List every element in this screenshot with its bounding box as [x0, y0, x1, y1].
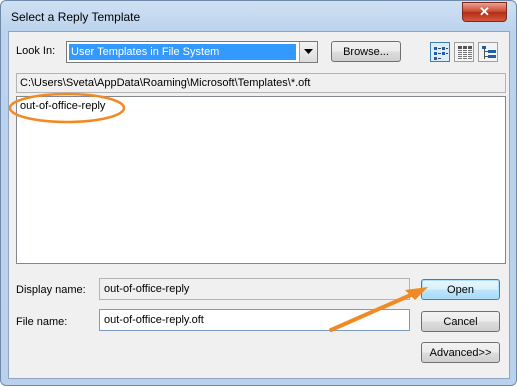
details-view-button[interactable]: [454, 42, 474, 62]
dialog-window: Select a Reply Template ✕ Look In: User …: [0, 0, 517, 386]
dialog-title: Select a Reply Template: [11, 10, 141, 24]
path-display: C:\Users\Sveta\AppData\Roaming\Microsoft…: [16, 73, 506, 93]
file-name-input[interactable]: out-of-office-reply.oft: [99, 309, 410, 331]
list-view-button[interactable]: [430, 42, 450, 62]
open-button[interactable]: Open: [421, 279, 500, 300]
dialog-body: Look In: User Templates in File System B…: [8, 31, 510, 379]
tree-view-icon: [482, 46, 496, 59]
chevron-down-icon[interactable]: [299, 42, 317, 62]
cancel-button[interactable]: Cancel: [421, 311, 500, 332]
display-name-label: Display name:: [16, 284, 86, 296]
look-in-selected-value: User Templates in File System: [69, 44, 296, 60]
advanced-button[interactable]: Advanced>>: [421, 342, 500, 363]
title-bar[interactable]: Select a Reply Template ✕: [1, 1, 516, 31]
look-in-dropdown[interactable]: User Templates in File System: [66, 41, 318, 63]
file-name-label: File name:: [16, 316, 68, 328]
template-list[interactable]: out-of-office-reply: [16, 96, 506, 264]
look-in-label: Look In:: [16, 45, 56, 57]
browse-button[interactable]: Browse...: [331, 41, 401, 62]
display-name-field: out-of-office-reply: [99, 278, 410, 300]
list-view-icon: [434, 47, 448, 60]
close-icon: ✕: [479, 4, 490, 19]
close-button[interactable]: ✕: [462, 2, 507, 22]
tree-view-button[interactable]: [478, 42, 498, 62]
details-view-icon: [458, 46, 472, 60]
list-item[interactable]: out-of-office-reply: [20, 100, 105, 112]
